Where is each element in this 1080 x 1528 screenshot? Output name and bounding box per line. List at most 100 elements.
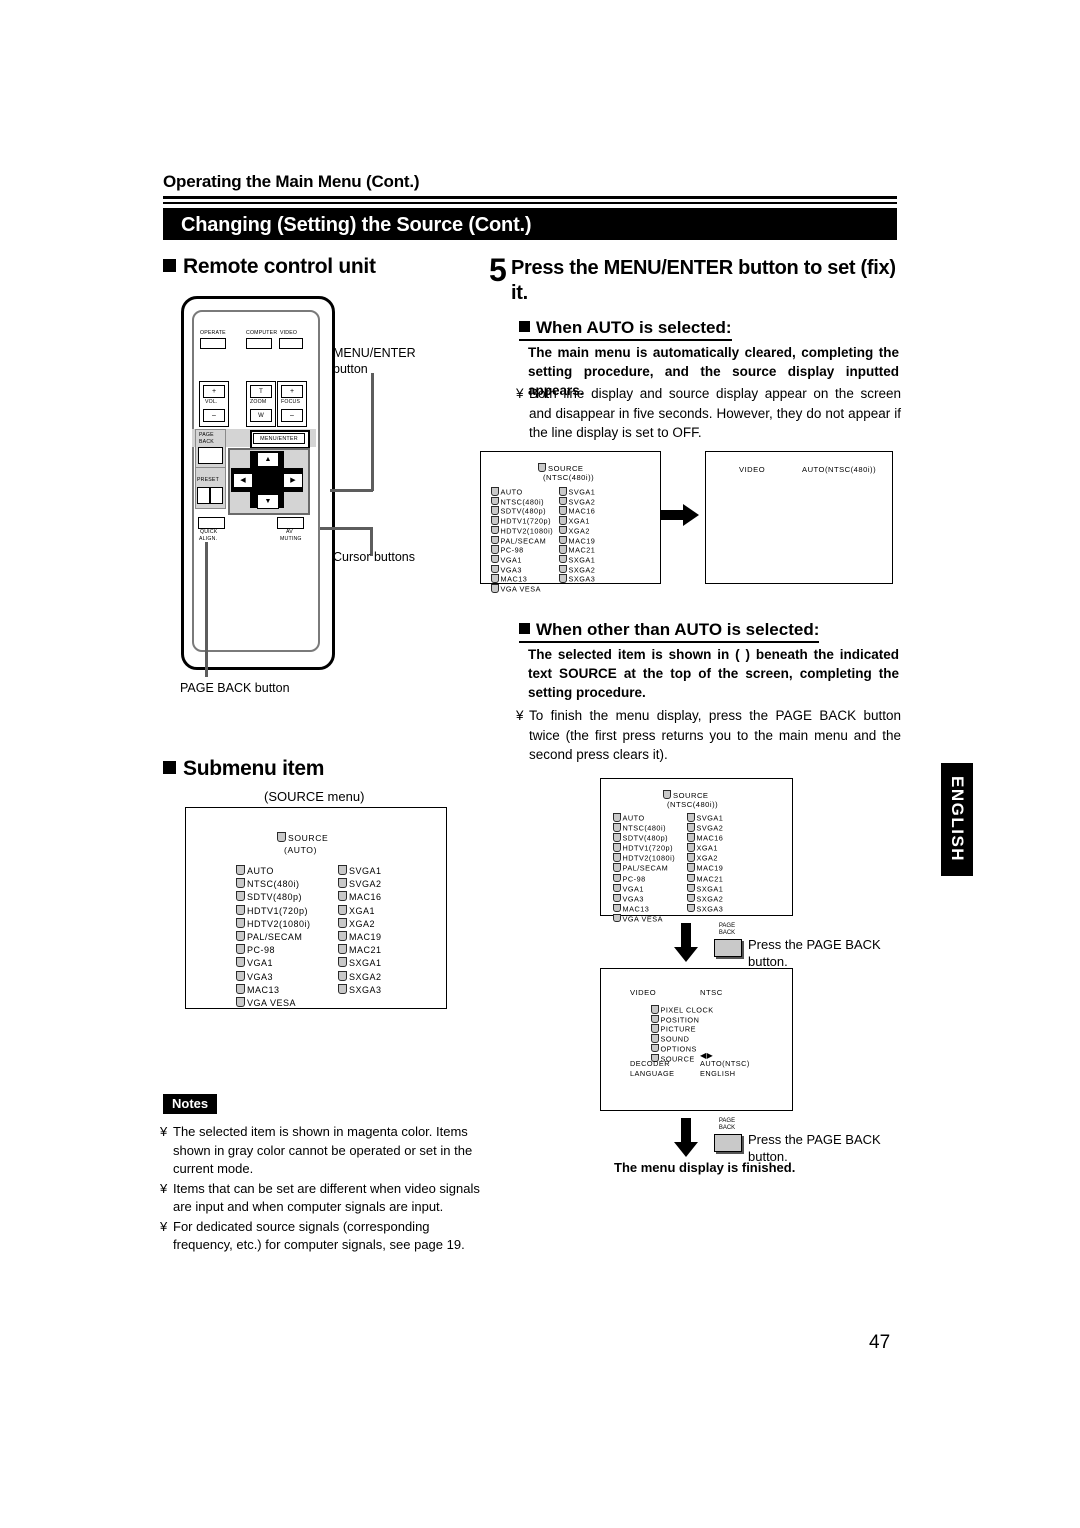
- osd-list-item[interactable]: SXGA3: [687, 903, 723, 914]
- osd-list-item[interactable]: SVGA1: [559, 487, 595, 497]
- osd-list-item[interactable]: PAL/SECAM: [491, 535, 553, 546]
- osd-list-item[interactable]: MAC21: [338, 944, 382, 957]
- source-result-screen: SOURCE (NTSC(480i)) AUTO NTSC(480i) SDTV(4…: [600, 778, 793, 923]
- computer-button[interactable]: [246, 338, 272, 349]
- osd-list-item[interactable]: AUTO: [491, 487, 553, 497]
- osd-list-item[interactable]: PAL/SECAM: [613, 863, 675, 873]
- osd-list-item[interactable]: PC-98: [491, 545, 553, 555]
- zoom-tele-button[interactable]: T: [250, 385, 272, 398]
- osd-list-item[interactable]: HDTV1(720p): [491, 516, 553, 526]
- osd-list-item[interactable]: NTSC(480i): [236, 878, 311, 891]
- osd-list-item[interactable]: PC-98: [613, 873, 675, 884]
- cursor-left-button[interactable]: ◀: [233, 473, 253, 488]
- osd-list-item[interactable]: MAC19: [559, 535, 595, 546]
- osd-list-item[interactable]: HDTV2(1080i): [613, 853, 675, 863]
- menu-enter-button[interactable]: MENU/ENTER: [253, 433, 305, 444]
- osd-list-item[interactable]: MAC13: [491, 574, 553, 584]
- osd-list-item[interactable]: SXGA1: [559, 554, 596, 565]
- osd-list-item-label: MAC21: [696, 874, 724, 884]
- osd-list-item[interactable]: NTSC(480i): [613, 823, 675, 833]
- av-muting-button[interactable]: [277, 517, 304, 529]
- osd-list-item[interactable]: SDTV(480p): [236, 891, 311, 904]
- osd-list-item[interactable]: MAC19: [338, 931, 382, 944]
- osd-list-item[interactable]: HDTV2(1080i): [236, 917, 311, 931]
- osd-list-item[interactable]: MAC13: [613, 903, 675, 914]
- osd-list-item[interactable]: VGA1: [236, 957, 311, 970]
- osd-list-item[interactable]: SVGA1: [338, 865, 382, 878]
- manual-page: Operating the Main Menu (Cont.) Changing…: [0, 0, 1080, 1528]
- quick-align-button[interactable]: [198, 517, 225, 529]
- cursor-up-button[interactable]: ▲: [257, 452, 279, 467]
- osd-list-item[interactable]: POSITION: [651, 1014, 714, 1025]
- menu-item-icon: [559, 554, 567, 564]
- osd-list-item[interactable]: NTSC(480i): [491, 496, 553, 507]
- language-tab-english: ENGLISH: [941, 763, 973, 876]
- osd-list-item[interactable]: MAC21: [687, 873, 724, 884]
- note-item: ¥ Items that can be set are different whe…: [160, 1180, 492, 1217]
- osd-list-item[interactable]: PICTURE: [651, 1024, 714, 1034]
- osd-list-item-label: NTSC(480i): [247, 879, 300, 890]
- focus-minus-button[interactable]: –: [281, 409, 303, 422]
- osd-list-item[interactable]: VGA VESA: [613, 913, 675, 924]
- osd-list-item[interactable]: MAC16: [687, 833, 723, 843]
- osd-list-item[interactable]: SVGA2: [559, 496, 595, 507]
- osd-list-item[interactable]: XGA2: [338, 917, 382, 931]
- osd-list-item[interactable]: HDTV2(1080i): [491, 525, 553, 536]
- osd-list-item[interactable]: SXGA3: [559, 574, 595, 584]
- osd-list-item[interactable]: SOUND: [651, 1034, 714, 1044]
- osd-list-item[interactable]: XGA1: [687, 843, 723, 853]
- osd-list-item[interactable]: VGA3: [613, 893, 675, 904]
- preset-right-button[interactable]: [210, 487, 223, 504]
- osd-list-item[interactable]: MAC19: [687, 863, 723, 873]
- osd-list-item[interactable]: MAC21: [559, 545, 595, 555]
- osd-list-item[interactable]: VGA VESA: [491, 584, 553, 594]
- vol-plus-button[interactable]: +: [203, 385, 225, 398]
- osd-list-item[interactable]: AUTO: [613, 813, 675, 823]
- osd-list-item[interactable]: SXGA1: [687, 883, 723, 894]
- osd-list-item[interactable]: SXGA2: [559, 564, 595, 575]
- note-text: For dedicated source signals (correspond…: [173, 1218, 465, 1253]
- osd-list-item[interactable]: VGA3: [491, 564, 553, 575]
- osd-list-item[interactable]: VGA1: [613, 883, 675, 894]
- osd-list-item[interactable]: XGA1: [559, 516, 595, 526]
- cursor-down-button[interactable]: ▼: [257, 494, 279, 509]
- osd-list-item[interactable]: SVGA2: [338, 878, 382, 891]
- zoom-wide-button[interactable]: W: [250, 409, 272, 422]
- vol-minus-button[interactable]: –: [203, 409, 225, 422]
- osd-list-item[interactable]: XGA2: [687, 853, 723, 863]
- osd-list-item[interactable]: AUTO: [236, 865, 311, 878]
- osd-list-item[interactable]: VGA VESA: [236, 997, 311, 1010]
- arrow-down-icon: [674, 923, 698, 962]
- osd-list-item[interactable]: MAC13: [236, 983, 311, 997]
- osd-list-item[interactable]: HDTV1(720p): [236, 904, 311, 918]
- osd-list-item[interactable]: MAC16: [559, 506, 595, 516]
- header-rule-thin: [163, 202, 897, 204]
- operate-button[interactable]: [200, 338, 226, 349]
- osd-list-item[interactable]: SDTV(480p): [491, 506, 553, 516]
- osd-list-item[interactable]: SVGA2: [687, 823, 723, 833]
- osd-list-item-label: SXGA1: [568, 555, 596, 565]
- osd-list-item[interactable]: VGA1: [491, 554, 553, 565]
- page-back-button[interactable]: [198, 447, 223, 464]
- osd-list-item[interactable]: SXGA2: [687, 893, 723, 904]
- page-back-button-illustration-2[interactable]: [714, 1134, 742, 1152]
- osd-list-item[interactable]: SXGA1: [338, 957, 382, 970]
- cursor-right-button[interactable]: ▶: [283, 473, 303, 488]
- osd-list-item[interactable]: SDTV(480p): [613, 833, 675, 843]
- page-back-button-illustration-1[interactable]: [714, 939, 742, 957]
- focus-plus-button[interactable]: +: [281, 385, 303, 398]
- osd-list-item[interactable]: PIXEL CLOCK: [651, 1005, 714, 1015]
- osd-list-item[interactable]: SXGA2: [338, 970, 382, 984]
- osd-list-item[interactable]: MAC16: [338, 891, 382, 904]
- osd-list-item[interactable]: VGA3: [236, 970, 311, 984]
- osd-list-item[interactable]: XGA2: [559, 525, 595, 536]
- osd-list-item[interactable]: PC-98: [236, 944, 311, 957]
- osd-list-item[interactable]: PAL/SECAM: [236, 931, 311, 944]
- osd-list-item[interactable]: SXGA3: [338, 983, 382, 997]
- preset-left-button[interactable]: [197, 487, 210, 504]
- osd-list-item[interactable]: SVGA1: [687, 813, 723, 823]
- osd-list-item[interactable]: XGA1: [338, 904, 382, 918]
- video-button[interactable]: [279, 338, 303, 349]
- osd-list-item[interactable]: HDTV1(720p): [613, 843, 675, 853]
- menu-item-icon: [236, 878, 245, 889]
